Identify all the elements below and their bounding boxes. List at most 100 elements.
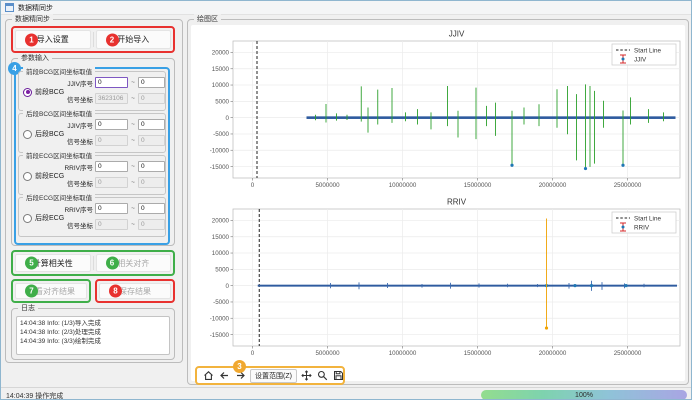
tilde: ~ [130, 179, 136, 186]
title-bar: 数据精同步 [1, 1, 691, 15]
import-settings-label: 导入设置 [37, 34, 69, 45]
correlation-align-button[interactable]: 6 相关对齐 [96, 254, 172, 272]
tilde: ~ [130, 205, 136, 212]
log-textarea[interactable]: 14:04:38 Info: (1/3)导入完成 14:04:38 Info: … [16, 316, 170, 355]
signal-coord-end-input [138, 93, 165, 104]
jjiv-index-label: JJIV序号 [61, 78, 93, 88]
radio-section-0[interactable] [23, 88, 32, 97]
start-import-button[interactable]: 2 开始导入 [96, 30, 172, 49]
log-line: 14:04:39 Info: (3/3)绘制完成 [20, 337, 166, 346]
tilde: ~ [130, 163, 136, 170]
radio-front-ecg-label: 前段ECG [35, 171, 64, 181]
svg-text:5000000: 5000000 [315, 350, 340, 357]
rriv-index-row: RRIV序号 ~ [61, 161, 165, 172]
radio-section-2[interactable] [23, 172, 32, 181]
jjiv-index-end-input[interactable] [138, 119, 165, 130]
step-3-badge: 3 [233, 360, 246, 373]
svg-text:-15000: -15000 [210, 164, 230, 171]
jjiv-index-row: JJIV序号 ~ [61, 119, 165, 130]
svg-text:25000000: 25000000 [614, 350, 642, 357]
jjiv-chart[interactable]: 0500000010000000150000002000000025000000… [193, 27, 685, 192]
tilde: ~ [130, 221, 136, 228]
set-range-button[interactable]: 设置范围(Z) [250, 369, 297, 383]
zoom-icon[interactable] [317, 370, 329, 382]
signal-coord-label: 信号坐标 [61, 136, 93, 146]
svg-text:0: 0 [226, 283, 230, 290]
svg-text:-5000: -5000 [213, 299, 229, 306]
step-1-badge: 1 [25, 33, 38, 46]
svg-text:20000: 20000 [212, 218, 230, 225]
signal-coord-start-input [95, 93, 128, 104]
svg-text:-15000: -15000 [210, 332, 230, 339]
section-front-ecg: 前段ECG区间坐标取值 前段ECG RRIV序号 ~ 信号坐标 ~ [18, 155, 166, 195]
rriv-index-label: RRIV序号 [61, 204, 93, 214]
radio-rear-ecg[interactable]: 后段ECG [23, 213, 64, 223]
rriv-index-start-input[interactable] [95, 161, 128, 172]
signal-coord-start-input [95, 135, 128, 146]
svg-text:15000: 15000 [212, 66, 230, 73]
save-result-button[interactable]: 8 保存结果 [99, 283, 171, 299]
svg-text:Start Line: Start Line [634, 215, 661, 222]
signal-coord-start-input [95, 177, 128, 188]
import-settings-button[interactable]: 1 导入设置 [15, 30, 91, 49]
save-figure-icon[interactable] [333, 370, 345, 382]
svg-text:-10000: -10000 [210, 147, 230, 154]
jjiv-index-start-input[interactable] [95, 77, 128, 88]
plot-toolbar: 3 设置范围(Z) [195, 366, 345, 385]
status-bar: 14:04:39 操作完成 100% [1, 387, 691, 400]
view-align-result-button[interactable]: 7 查看对齐结果 [15, 283, 87, 299]
section-rear-bcg: 后段BCG区间坐标取值 后段BCG JJIV序号 ~ 信号坐标 ~ [18, 113, 166, 153]
param-input-group: 参数输入 4 前段BCG区间坐标取值 前段BCG JJIV序号 ~ [11, 58, 175, 246]
plot-area-group: 绘图区 050000001000000015000000200000002500… [187, 19, 689, 385]
radio-section-3[interactable] [23, 214, 32, 223]
svg-text:5000: 5000 [215, 99, 229, 106]
rriv-index-label: RRIV序号 [61, 162, 93, 172]
rriv-index-start-input[interactable] [95, 203, 128, 214]
jjiv-index-end-input[interactable] [138, 77, 165, 88]
jjiv-index-label: JJIV序号 [61, 120, 93, 130]
radio-rear-bcg-label: 后段BCG [35, 129, 64, 139]
svg-text:15000000: 15000000 [464, 182, 492, 189]
progress-bar: 100% [481, 390, 687, 400]
signal-coord-start-input [95, 219, 128, 230]
jjiv-index-start-input[interactable] [95, 119, 128, 130]
home-icon[interactable] [202, 370, 214, 382]
signal-coord-row: 信号坐标 ~ [61, 219, 165, 230]
svg-text:0: 0 [251, 182, 255, 189]
pan-icon[interactable] [301, 370, 313, 382]
calc-correlation-label: 计算相关性 [33, 258, 73, 269]
radio-rear-bcg[interactable]: 后段BCG [23, 129, 64, 139]
radio-front-ecg[interactable]: 前段ECG [23, 171, 64, 181]
rriv-chart[interactable]: 0500000010000000150000002000000025000000… [193, 195, 685, 360]
signal-coord-label: 信号坐标 [61, 220, 93, 230]
svg-text:25000000: 25000000 [614, 182, 642, 189]
window-title: 数据精同步 [18, 3, 53, 13]
view-result-frame: 7 查看对齐结果 [11, 279, 91, 303]
svg-text:JJIV: JJIV [634, 56, 647, 63]
radio-section-1[interactable] [23, 130, 32, 139]
svg-text:20000: 20000 [212, 50, 230, 57]
log-group-title: 日志 [18, 303, 38, 314]
sync-panel: 数据精同步 1 导入设置 2 开始导入 参数输入 4 [5, 19, 183, 363]
step-8-badge: 8 [109, 285, 122, 298]
import-buttons-frame: 1 导入设置 2 开始导入 [11, 26, 175, 53]
svg-text:RRIV: RRIV [447, 198, 467, 207]
step-5-badge: 5 [25, 257, 38, 270]
back-arrow-icon[interactable] [218, 370, 230, 382]
button-divider [93, 256, 94, 270]
step-7-badge: 7 [25, 285, 38, 298]
signal-coord-row: 信号坐标 ~ [61, 93, 165, 104]
calc-correlation-button[interactable]: 5 计算相关性 [15, 254, 91, 272]
svg-text:0: 0 [226, 115, 230, 122]
signal-coord-end-input [138, 219, 165, 230]
svg-text:10000: 10000 [212, 82, 230, 89]
rriv-index-end-input[interactable] [138, 161, 165, 172]
svg-text:15000: 15000 [212, 234, 230, 241]
status-text: 14:04:39 操作完成 [6, 391, 63, 400]
signal-coord-end-input [138, 135, 165, 146]
rriv-index-end-input[interactable] [138, 203, 165, 214]
svg-text:5000000: 5000000 [315, 182, 340, 189]
app-window: 数据精同步 数据精同步 1 导入设置 2 开始导入 参数输入 4 [0, 0, 692, 400]
jjiv-index-row: JJIV序号 ~ [61, 77, 165, 88]
radio-front-bcg[interactable]: 前段BCG [23, 87, 64, 97]
